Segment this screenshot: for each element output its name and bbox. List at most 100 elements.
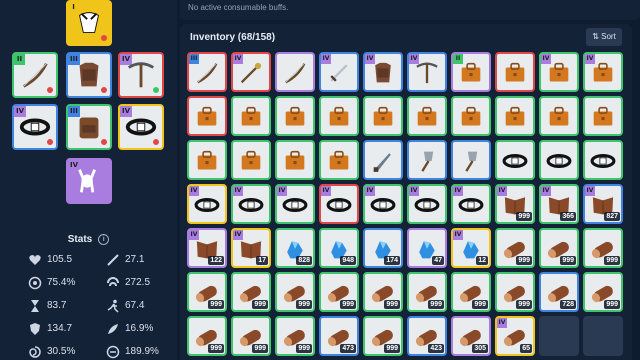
equip-slot-belt-left[interactable]: IV bbox=[12, 104, 58, 150]
equip-slot-head[interactable]: I bbox=[66, 0, 112, 46]
inventory-slot[interactable]: IV bbox=[319, 52, 359, 92]
inventory-slot[interactable]: 999 bbox=[275, 272, 315, 312]
inventory-slot[interactable]: 999 bbox=[495, 228, 535, 268]
inventory-slot[interactable]: 473 bbox=[319, 316, 359, 356]
stats-header: Stats i bbox=[0, 234, 177, 245]
inventory-slot[interactable]: II bbox=[451, 52, 491, 92]
inventory-slot[interactable]: 728 bbox=[539, 272, 579, 312]
inventory-slot[interactable]: 305 bbox=[451, 316, 491, 356]
inventory-slot[interactable]: 999 bbox=[187, 316, 227, 356]
inventory-slot[interactable]: 999 bbox=[583, 228, 623, 268]
item-quantity: 17 bbox=[256, 256, 268, 265]
inventory-slot[interactable]: IV bbox=[539, 52, 579, 92]
equip-slot-belt-right[interactable]: IV bbox=[118, 104, 164, 150]
inventory-slot[interactable] bbox=[275, 96, 315, 136]
equip-slot-weapon[interactable]: II bbox=[12, 52, 58, 98]
inventory-slot[interactable]: 999 bbox=[539, 228, 579, 268]
inventory-slot[interactable]: IV bbox=[187, 184, 227, 224]
inventory-slot[interactable]: 423 bbox=[407, 316, 447, 356]
inventory-slot[interactable] bbox=[319, 140, 359, 180]
inventory-slot[interactable]: 999 bbox=[231, 272, 271, 312]
stat-value: 27.1 bbox=[125, 254, 145, 265]
inventory-slot[interactable] bbox=[495, 52, 535, 92]
knife-icon bbox=[373, 153, 391, 172]
status-dot bbox=[47, 139, 53, 145]
inventory-slot[interactable] bbox=[275, 140, 315, 180]
inventory-slot[interactable]: 999 bbox=[319, 272, 359, 312]
inventory-slot[interactable]: IV 827 bbox=[583, 184, 623, 224]
inventory-slot[interactable]: IV bbox=[319, 184, 359, 224]
inventory-slot[interactable]: 999 bbox=[363, 272, 403, 312]
inventory-slot[interactable] bbox=[451, 96, 491, 136]
inventory-slot[interactable]: IV 366 bbox=[539, 184, 579, 224]
bag-icon bbox=[593, 62, 613, 82]
inventory-slot[interactable]: IV 122 bbox=[187, 228, 227, 268]
inventory-slot[interactable] bbox=[231, 140, 271, 180]
inventory-slot[interactable]: 999 bbox=[275, 316, 315, 356]
inventory-slot[interactable] bbox=[539, 96, 579, 136]
status-dot bbox=[153, 139, 159, 145]
equip-slot-tool[interactable]: IV bbox=[118, 52, 164, 98]
empty-slot[interactable] bbox=[583, 316, 623, 356]
inventory-slot[interactable]: 999 bbox=[231, 316, 271, 356]
inventory-slot[interactable] bbox=[319, 96, 359, 136]
inventory-slot[interactable]: IV 999 bbox=[495, 184, 535, 224]
inventory-slot[interactable]: IV bbox=[275, 184, 315, 224]
donkey-icon bbox=[78, 169, 96, 193]
inventory-slot[interactable]: IV bbox=[583, 52, 623, 92]
inventory-slot[interactable]: 999 bbox=[495, 272, 535, 312]
inventory-slot[interactable]: IV bbox=[451, 184, 491, 224]
inventory-slot[interactable] bbox=[583, 140, 623, 180]
inventory-slot[interactable] bbox=[495, 96, 535, 136]
item-quantity: 473 bbox=[340, 344, 356, 353]
item-quantity: 12 bbox=[476, 256, 488, 265]
running-icon bbox=[107, 299, 119, 313]
empty-slot[interactable] bbox=[539, 316, 579, 356]
inventory-slot[interactable]: 999 bbox=[187, 272, 227, 312]
item-quantity: 65 bbox=[520, 344, 532, 353]
inventory-slot[interactable]: IV bbox=[407, 52, 447, 92]
inventory-slot[interactable]: 999 bbox=[451, 272, 491, 312]
inventory-slot[interactable]: III bbox=[187, 52, 227, 92]
inventory-slot[interactable] bbox=[583, 96, 623, 136]
bag-icon bbox=[373, 106, 393, 126]
bag-icon bbox=[241, 106, 261, 126]
item-quantity: 366 bbox=[560, 212, 576, 221]
inventory-slot[interactable] bbox=[539, 140, 579, 180]
inventory-slot[interactable] bbox=[363, 96, 403, 136]
inventory-slot[interactable] bbox=[407, 96, 447, 136]
inventory-slot[interactable]: IV bbox=[363, 184, 403, 224]
equip-slot-backpack[interactable]: III bbox=[66, 104, 112, 150]
inventory-slot[interactable]: 999 bbox=[583, 272, 623, 312]
bag-icon bbox=[197, 150, 217, 170]
inventory-slot[interactable]: IV 12 bbox=[451, 228, 491, 268]
inventory-slot[interactable]: 999 bbox=[363, 316, 403, 356]
inventory-slot[interactable]: IV 65 bbox=[495, 316, 535, 356]
inventory-slot[interactable]: IV 17 bbox=[231, 228, 271, 268]
inventory-slot[interactable]: 999 bbox=[407, 272, 447, 312]
inventory-slot[interactable]: 828 bbox=[275, 228, 315, 268]
inventory-slot[interactable] bbox=[495, 140, 535, 180]
inventory-slot[interactable]: IV bbox=[231, 184, 271, 224]
equip-slot-mount[interactable]: IV bbox=[66, 158, 112, 204]
bag-icon bbox=[549, 106, 569, 126]
inventory-slot[interactable]: IV bbox=[363, 52, 403, 92]
sort-button[interactable]: ⇅ Sort bbox=[586, 28, 622, 46]
inventory-slot[interactable] bbox=[187, 140, 227, 180]
inventory-slot[interactable] bbox=[231, 96, 271, 136]
inventory-slot[interactable] bbox=[275, 52, 315, 92]
inventory-slot[interactable]: 174 bbox=[363, 228, 403, 268]
inventory-slot[interactable] bbox=[451, 140, 491, 180]
inventory-slot[interactable] bbox=[407, 140, 447, 180]
inventory-slot[interactable]: IV bbox=[407, 184, 447, 224]
inventory-slot[interactable]: 47 bbox=[407, 228, 447, 268]
inventory-slot[interactable]: IV bbox=[231, 52, 271, 92]
bag-icon bbox=[241, 150, 261, 170]
item-quantity: 305 bbox=[472, 344, 488, 353]
equip-slot-armor[interactable]: III bbox=[66, 52, 112, 98]
inventory-slot[interactable]: 948 bbox=[319, 228, 359, 268]
inventory-slot[interactable] bbox=[187, 96, 227, 136]
info-icon[interactable]: i bbox=[98, 234, 110, 245]
inventory-slot[interactable] bbox=[363, 140, 403, 180]
stat-sword: 27.1 bbox=[106, 252, 144, 268]
